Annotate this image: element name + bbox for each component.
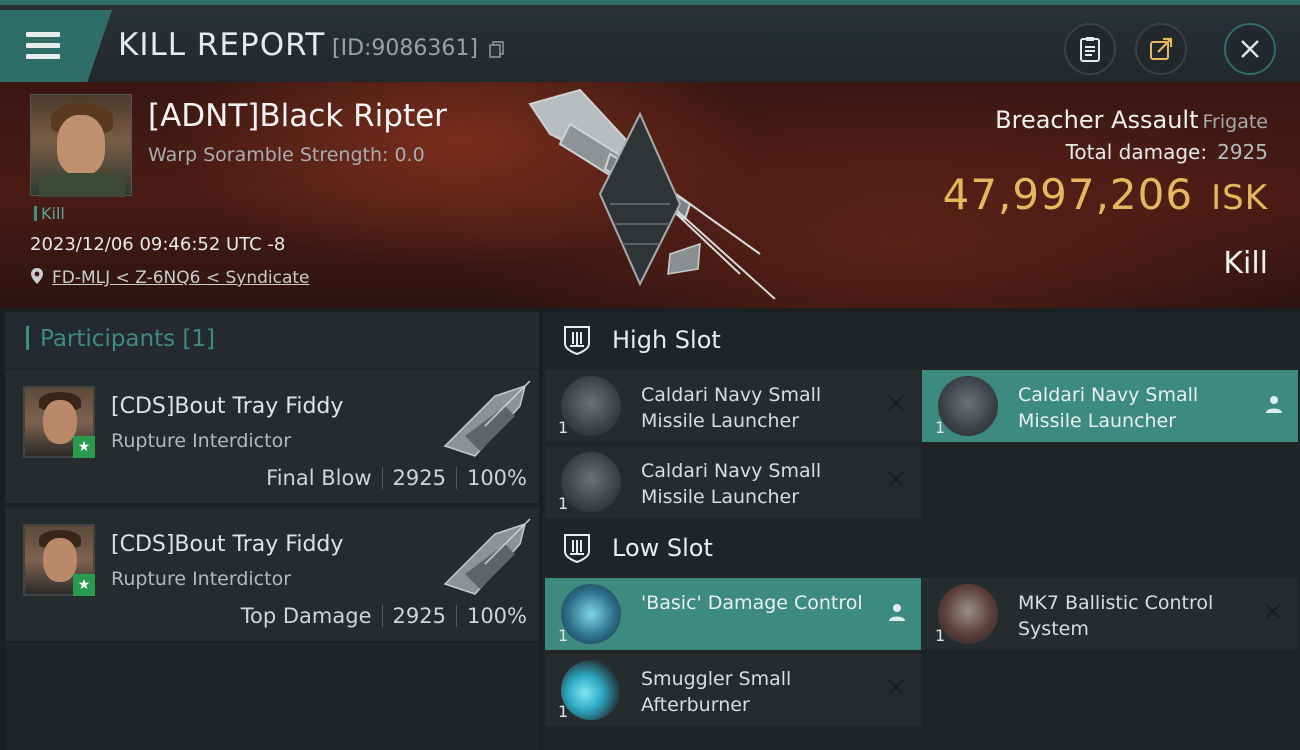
- top-bar: KILL REPORT [ID:9086361]: [0, 0, 1300, 82]
- victim-ship-image: [528, 88, 776, 300]
- participant-card[interactable]: ★ [CDS]Bout Tray Fiddy Rupture Interdict…: [5, 370, 539, 504]
- ballistic-control-icon: [938, 584, 998, 644]
- participant-ship: Rupture Interdictor: [111, 568, 291, 590]
- missile-launcher-icon: [561, 376, 621, 436]
- close-button[interactable]: [1224, 23, 1276, 75]
- x-icon: [888, 679, 904, 695]
- module-name: Caldari Navy Small Missile Launcher: [641, 384, 822, 432]
- participant-ship: Rupture Interdictor: [111, 430, 291, 452]
- x-icon: [888, 395, 904, 411]
- warp-scramble-strength: Warp Soramble Strength: 0.0: [148, 144, 425, 166]
- module-name: Caldari Navy Small Missile Launcher: [1018, 384, 1199, 432]
- victim-name[interactable]: [ADNT]Black Ripter: [148, 98, 447, 134]
- module-item[interactable]: 1 Caldari Navy Small Missile Launcher: [545, 370, 921, 442]
- participant-card[interactable]: ★ [CDS]Bout Tray Fiddy Rupture Interdict…: [5, 508, 539, 642]
- avatar[interactable]: ★: [23, 524, 95, 596]
- victim-summary: [ADNT]Black Ripter Warp Soramble Strengt…: [0, 82, 1300, 308]
- afterburner-icon: [561, 660, 621, 720]
- report-id: [ID:9086361]: [332, 36, 478, 61]
- avatar[interactable]: ★: [23, 386, 95, 458]
- kill-location[interactable]: FD-MLJ < Z-6NQ6 < Syndicate: [30, 267, 310, 288]
- fitting-panel: High Slot 1 Caldari Navy Small Missile L…: [543, 312, 1300, 750]
- pilot-icon: [889, 604, 905, 621]
- menu-button[interactable]: [0, 10, 112, 82]
- menu-icon: [26, 32, 60, 59]
- module-name: Caldari Navy Small Missile Launcher: [641, 460, 822, 508]
- module-name: 'Basic' Damage Control: [641, 592, 863, 614]
- star-icon: ★: [73, 574, 95, 596]
- module-item[interactable]: 1 'Basic' Damage Control: [545, 578, 921, 650]
- participants-title: Participants [1]: [40, 326, 216, 352]
- module-name: MK7 Ballistic Control System: [1018, 592, 1214, 640]
- module-item[interactable]: 1 MK7 Ballistic Control System: [922, 578, 1298, 650]
- module-item[interactable]: 1 Smuggler Small Afterburner: [545, 654, 921, 726]
- share-icon: [1150, 37, 1173, 60]
- victim-portrait[interactable]: [30, 94, 132, 197]
- participant-stats: Top Damage 2925 100%: [240, 604, 527, 628]
- missile-launcher-icon: [938, 376, 998, 436]
- participant-stats: Final Blow 2925 100%: [266, 466, 527, 490]
- share-button[interactable]: [1135, 23, 1187, 75]
- location-pin-icon: [31, 268, 43, 284]
- x-icon: [1265, 603, 1281, 619]
- star-icon: ★: [73, 436, 95, 458]
- participant-ship-image: [443, 380, 531, 457]
- copy-icon[interactable]: [489, 41, 505, 58]
- high-slot-header: High Slot: [543, 312, 1300, 370]
- damage-control-icon: [561, 584, 621, 644]
- low-slot-header: Low Slot: [543, 520, 1300, 578]
- kill-tag: Kill: [34, 204, 65, 223]
- module-name: Smuggler Small Afterburner: [641, 668, 792, 716]
- clipboard-button[interactable]: [1064, 23, 1116, 75]
- participants-header: Participants [1]: [5, 312, 539, 368]
- missile-launcher-icon: [561, 452, 621, 512]
- pilot-icon: [1266, 396, 1282, 413]
- participant-name[interactable]: [CDS]Bout Tray Fiddy: [111, 532, 343, 557]
- participants-panel: Participants [1] ★ [CDS]Bout Tray Fiddy …: [5, 312, 539, 750]
- slot-icon: [564, 326, 590, 356]
- result-label: Kill: [1223, 246, 1268, 281]
- module-item[interactable]: 1 Caldari Navy Small Missile Launcher: [545, 446, 921, 518]
- close-icon: [1241, 40, 1259, 58]
- x-icon: [888, 471, 904, 487]
- participant-name[interactable]: [CDS]Bout Tray Fiddy: [111, 394, 343, 419]
- total-damage: Total damage: 2925: [1065, 140, 1268, 164]
- next-slot-header-partial: [561, 740, 1161, 750]
- victim-ship-name[interactable]: Breacher Assault Frigate: [995, 106, 1268, 134]
- participant-ship-image: [443, 518, 531, 595]
- isk-value: 47,997,206 ISK: [942, 170, 1268, 219]
- page-title: KILL REPORT: [118, 27, 326, 63]
- clipboard-icon: [1080, 37, 1100, 62]
- slot-icon: [564, 534, 590, 564]
- module-item[interactable]: 1 Caldari Navy Small Missile Launcher: [922, 370, 1298, 442]
- kill-datetime: 2023/12/06 09:46:52 UTC -8: [30, 234, 286, 255]
